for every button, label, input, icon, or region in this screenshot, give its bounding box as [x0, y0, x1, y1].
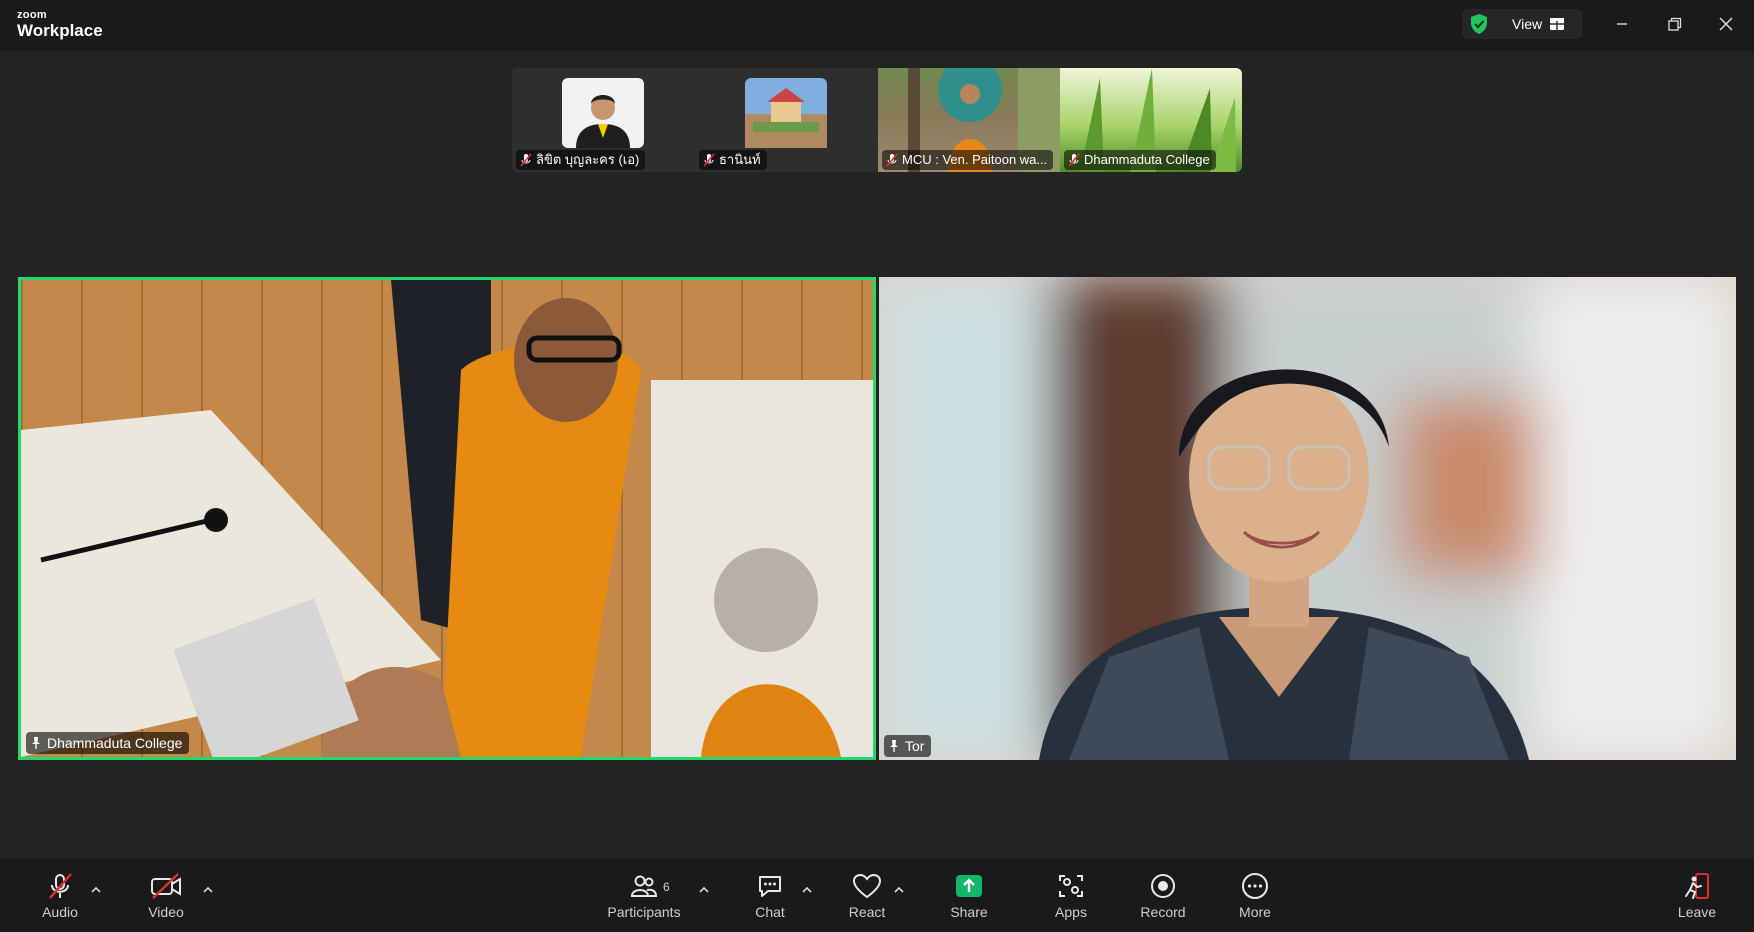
thumbnail-name-label: Dhammaduta College: [1064, 150, 1216, 170]
participant-name: Tor: [905, 738, 925, 754]
record-label: Record: [1140, 904, 1186, 920]
mic-muted-icon: [886, 153, 898, 167]
audio-options-chevron-up-icon[interactable]: [89, 883, 103, 897]
video-tile-active-speaker[interactable]: Dhammaduta College: [18, 277, 876, 760]
chat-icon: [759, 876, 781, 897]
tile-name-label: Tor: [884, 735, 932, 757]
video-feed: [21, 280, 873, 757]
video-button[interactable]: Video: [126, 872, 206, 920]
participant-thumbnail[interactable]: ลิขิต บุญละคร (เอ): [512, 68, 695, 172]
avatar: [562, 78, 644, 148]
pin-icon[interactable]: [30, 736, 42, 750]
video-tile[interactable]: Tor: [879, 277, 1736, 760]
chat-label: Chat: [755, 904, 785, 920]
restore-icon[interactable]: [1662, 12, 1686, 36]
video-label: Video: [148, 904, 184, 920]
security-shield-icon[interactable]: [1468, 13, 1490, 35]
share-label: Share: [950, 904, 988, 920]
participant-name: ลิขิต บุญละคร (เอ): [536, 152, 640, 167]
participant-name: Dhammaduta College: [47, 735, 183, 751]
thumbnail-name-label: MCU : Ven. Paitoon wa...: [882, 150, 1054, 170]
pin-icon[interactable]: [888, 739, 900, 753]
more-label: More: [1239, 904, 1271, 920]
camera-off-icon: [151, 873, 181, 899]
leave-door-icon: [1685, 873, 1709, 899]
record-button[interactable]: Record: [1123, 872, 1203, 920]
heart-icon: [852, 873, 882, 899]
brand-big-text: Workplace: [17, 21, 103, 40]
thumbnail-name-label: ธานินท์: [699, 150, 767, 170]
leave-button[interactable]: Leave: [1657, 872, 1737, 920]
participants-button[interactable]: Participants: [604, 872, 684, 920]
app-logo: zoom Workplace: [17, 9, 103, 41]
more-options-icon: [1242, 873, 1268, 899]
mic-muted-icon: [1068, 153, 1080, 167]
participant-thumbnail[interactable]: Dhammaduta College: [1060, 68, 1242, 172]
thumbnail-name-label: ลิขิต บุญละคร (เอ): [516, 150, 646, 170]
view-grid-icon[interactable]: [1550, 17, 1564, 31]
avatar: [745, 78, 827, 148]
mic-muted-icon: [49, 873, 72, 899]
participants-count: 6: [663, 880, 670, 894]
participants-icon: [630, 875, 658, 897]
close-icon[interactable]: [1714, 12, 1738, 36]
title-bar: zoom Workplace View: [0, 0, 1754, 51]
apps-icon: [1059, 875, 1083, 897]
leave-label: Leave: [1677, 904, 1717, 920]
audio-button[interactable]: Audio: [20, 872, 100, 920]
apps-button[interactable]: Apps: [1031, 872, 1111, 920]
participant-name: Dhammaduta College: [1084, 152, 1210, 167]
view-label[interactable]: View: [1512, 16, 1542, 32]
participant-name: ธานินท์: [719, 152, 761, 167]
apps-label: Apps: [1055, 904, 1087, 920]
chat-options-chevron-up-icon[interactable]: [800, 883, 814, 897]
audio-label: Audio: [42, 904, 78, 920]
mic-muted-icon: [520, 153, 532, 167]
participant-name: MCU : Ven. Paitoon wa...: [902, 152, 1048, 167]
video-options-chevron-up-icon[interactable]: [201, 883, 215, 897]
minimize-icon[interactable]: [1610, 12, 1634, 36]
participant-thumbnail[interactable]: MCU : Ven. Paitoon wa...: [878, 68, 1060, 172]
video-feed: [879, 277, 1736, 760]
more-button[interactable]: More: [1215, 872, 1295, 920]
react-label: React: [848, 904, 886, 920]
record-icon: [1151, 874, 1175, 898]
participants-label: Participants: [607, 904, 681, 920]
mic-muted-icon: [703, 153, 715, 167]
brand-small-text: zoom: [17, 9, 47, 21]
thumbnail-strip: ลิขิต บุญละคร (เอ) ธานินท์ MCU : Ven. Pa…: [512, 68, 1242, 172]
tile-name-label: Dhammaduta College: [26, 732, 190, 754]
chat-button[interactable]: Chat: [730, 872, 810, 920]
share-screen-icon: [956, 875, 982, 897]
react-options-chevron-up-icon[interactable]: [892, 883, 906, 897]
share-button[interactable]: Share: [929, 872, 1009, 920]
participants-options-chevron-up-icon[interactable]: [697, 883, 711, 897]
participant-thumbnail[interactable]: ธานินท์: [695, 68, 878, 172]
